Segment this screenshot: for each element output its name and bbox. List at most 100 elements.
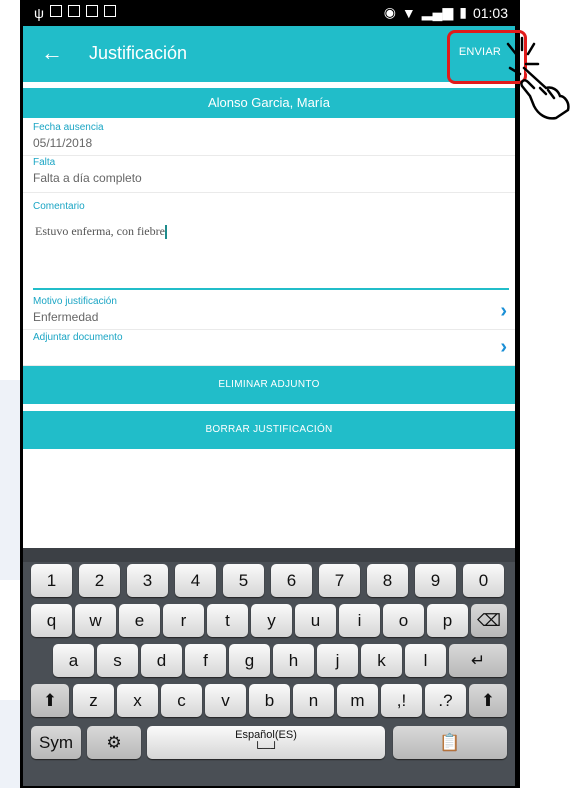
key-2[interactable]: 2: [79, 564, 120, 597]
space-bar-icon: └─┘: [253, 741, 279, 755]
shift-key[interactable]: ⬆: [31, 684, 69, 717]
key-t[interactable]: t: [207, 604, 248, 637]
key-8[interactable]: 8: [367, 564, 408, 597]
key-d[interactable]: d: [141, 644, 182, 677]
status-icons-right: ◉ ▼ ▂▄▆ ▮ 01:03: [384, 4, 508, 21]
file-icon: [103, 5, 116, 17]
key-o[interactable]: o: [383, 604, 424, 637]
signal-icon: ▂▄▆: [421, 4, 454, 20]
wifi-icon: ▼: [401, 4, 416, 21]
reason-label: Motivo justificación: [33, 296, 117, 307]
key-5[interactable]: 5: [223, 564, 264, 597]
key-q[interactable]: q: [31, 604, 72, 637]
phone-frame: ψ ◉ ▼ ▂▄▆ ▮ 01:03 ← Justificación ENVIAR…: [20, 0, 520, 788]
key-k[interactable]: k: [361, 644, 402, 677]
key-n[interactable]: n: [293, 684, 334, 717]
key-c[interactable]: c: [161, 684, 202, 717]
key-4[interactable]: 4: [175, 564, 216, 597]
background-panel: [0, 700, 20, 788]
attach-document-field[interactable]: Adjuntar documento: [23, 332, 515, 366]
key-6[interactable]: 6: [271, 564, 312, 597]
key-v[interactable]: v: [205, 684, 246, 717]
key-7[interactable]: 7: [319, 564, 360, 597]
key-e[interactable]: e: [119, 604, 160, 637]
app-screen: ← Justificación ENVIAR Alonso Garcia, Ma…: [23, 26, 515, 786]
keyboard-top-bar: [23, 548, 515, 562]
key-1[interactable]: 1: [31, 564, 72, 597]
period-question-glyph: .?: [438, 691, 453, 710]
period-key[interactable]: .?: [425, 684, 466, 717]
delete-justification-button[interactable]: BORRAR JUSTIFICACIÓN: [23, 411, 515, 449]
key-y[interactable]: y: [251, 604, 292, 637]
space-key[interactable]: Español(ES) └─┘: [147, 726, 385, 759]
key-j[interactable]: j: [317, 644, 358, 677]
key-g[interactable]: g: [229, 644, 270, 677]
absence-date-field: Fecha ausencia 05/11/2018: [23, 122, 515, 156]
key-9[interactable]: 9: [415, 564, 456, 597]
key-b[interactable]: b: [249, 684, 290, 717]
backspace-key[interactable]: ⌫: [471, 604, 507, 637]
key-i[interactable]: i: [339, 604, 380, 637]
screen-icon: [85, 5, 98, 17]
text-cursor: [164, 225, 167, 240]
status-icons-left: ψ: [34, 5, 116, 21]
clipboard-icon: 📋: [439, 733, 461, 752]
status-time: 01:03: [472, 4, 508, 21]
remove-attachment-button[interactable]: ELIMINAR ADJUNTO: [23, 366, 515, 404]
reason-field[interactable]: Motivo justificación Enfermedad: [23, 296, 515, 330]
comma-key[interactable]: ,!: [381, 684, 422, 717]
gear-icon: ⚙: [106, 733, 122, 752]
app-bar: ← Justificación ENVIAR: [23, 26, 515, 82]
chevron-right-icon[interactable]: ›: [500, 300, 507, 323]
key-h[interactable]: h: [273, 644, 314, 677]
attach-document-label: Adjuntar documento: [33, 332, 123, 343]
eye-icon: ◉: [383, 4, 396, 20]
back-arrow-icon[interactable]: ←: [41, 40, 63, 66]
comma-exclaim-glyph: ,!: [396, 691, 407, 710]
comment-label: Comentario: [33, 201, 85, 212]
key-p[interactable]: p: [427, 604, 468, 637]
key-f[interactable]: f: [185, 644, 226, 677]
comment-value: Estuvo enferma, con fiebre: [35, 224, 165, 238]
key-a[interactable]: a: [53, 644, 94, 677]
absence-type-label: Falta: [33, 157, 56, 168]
student-name: Alonso Garcia, María: [23, 88, 515, 118]
onscreen-keyboard: 1 2 3 4 5 6 7 8 9 0 q w e r t y u i o p …: [23, 548, 515, 786]
reason-value: Enfermedad: [33, 310, 99, 324]
enter-icon: ↵: [470, 651, 486, 670]
key-u[interactable]: u: [295, 604, 336, 637]
clipboard-key[interactable]: 📋: [393, 726, 507, 759]
key-w[interactable]: w: [75, 604, 116, 637]
image-icon: [49, 5, 62, 17]
absence-type-value: Falta a día completo: [33, 171, 142, 185]
absence-type-field: Falta Falta a día completo: [23, 157, 515, 193]
key-s[interactable]: s: [97, 644, 138, 677]
battery-icon: ▮: [459, 4, 467, 20]
key-l[interactable]: l: [405, 644, 446, 677]
status-bar: ψ ◉ ▼ ▂▄▆ ▮ 01:03: [20, 0, 520, 26]
background-panel: [0, 380, 20, 580]
key-3[interactable]: 3: [127, 564, 168, 597]
settings-key[interactable]: ⚙: [87, 726, 141, 759]
chevron-right-icon[interactable]: ›: [500, 336, 507, 359]
shift-icon: ⬆: [480, 691, 496, 710]
enter-key[interactable]: ↵: [449, 644, 507, 677]
key-z[interactable]: z: [73, 684, 114, 717]
shift-key-right[interactable]: ⬆: [469, 684, 507, 717]
comment-input[interactable]: Estuvo enferma, con fiebre: [35, 224, 167, 240]
key-x[interactable]: x: [117, 684, 158, 717]
shift-icon: ⬆: [42, 691, 58, 710]
key-r[interactable]: r: [163, 604, 204, 637]
comment-field[interactable]: Comentario: [23, 201, 515, 291]
backspace-icon: ⌫: [476, 611, 502, 630]
pointing-hand-icon: [506, 36, 570, 120]
keyboard-icon: [67, 5, 80, 17]
sym-key[interactable]: Sym: [31, 726, 81, 759]
absence-date-label: Fecha ausencia: [33, 122, 104, 133]
key-m[interactable]: m: [337, 684, 378, 717]
absence-date-value: 05/11/2018: [33, 136, 93, 150]
usb-icon: ψ: [34, 5, 44, 21]
page-title: Justificación: [89, 43, 188, 63]
key-0[interactable]: 0: [463, 564, 504, 597]
comment-underline: [33, 288, 509, 290]
